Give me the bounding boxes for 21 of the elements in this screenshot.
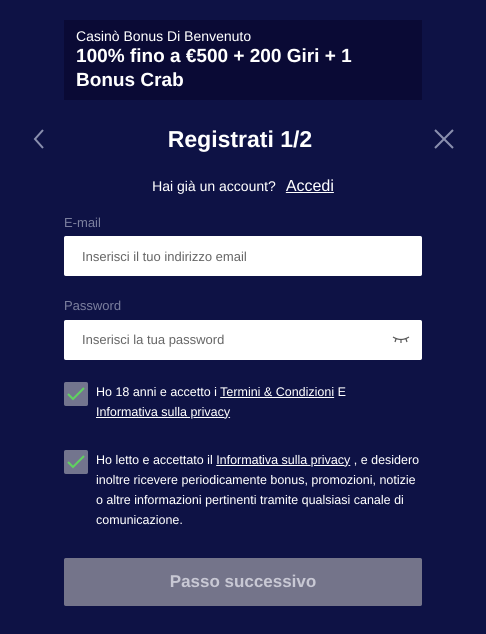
login-link[interactable]: Accedi	[286, 174, 334, 198]
field-label: E-mail	[64, 214, 102, 232]
consent-link[interactable]: Informativa sulla privacy	[216, 452, 350, 466]
eye-closed-icon[interactable]	[392, 336, 410, 344]
login-prompt: Hai già un account?	[152, 177, 276, 196]
password-field[interactable]: Inserisci la tua password	[64, 320, 422, 360]
page-title: Registrati 1/2	[168, 125, 312, 154]
promo-title: 100% fino a €500 + 200 Giri + 1 Bonus Crab	[76, 45, 353, 93]
close-icon[interactable]	[434, 129, 454, 150]
consent-text: Ho 18 anni e accetto i Termini & Condizioni E Informativa sulla privacy	[96, 384, 347, 421]
checkbox[interactable]	[64, 382, 88, 406]
checkbox[interactable]	[64, 450, 88, 474]
consent-link[interactable]: Termini & Condizioni	[220, 384, 334, 398]
back-icon[interactable]	[32, 128, 46, 150]
email-field[interactable]: Inserisci il tuo indirizzo email	[64, 236, 422, 276]
promo-subtitle: Casinò Bonus Di Benvenuto	[76, 27, 252, 45]
consent-text: Ho letto e accettato il Informativa sulla privacy , e desidero inoltre ricevere periodicamente bonus, promozioni, notizie o altre informazioni pertinenti tramite qualsiasi canale di comunicazione.	[96, 452, 420, 528]
checkmark-icon	[67, 454, 85, 468]
consent-link[interactable]: Informativa sulla privacy	[96, 404, 230, 418]
field-label: Password	[64, 297, 122, 315]
checkmark-icon	[67, 386, 85, 400]
